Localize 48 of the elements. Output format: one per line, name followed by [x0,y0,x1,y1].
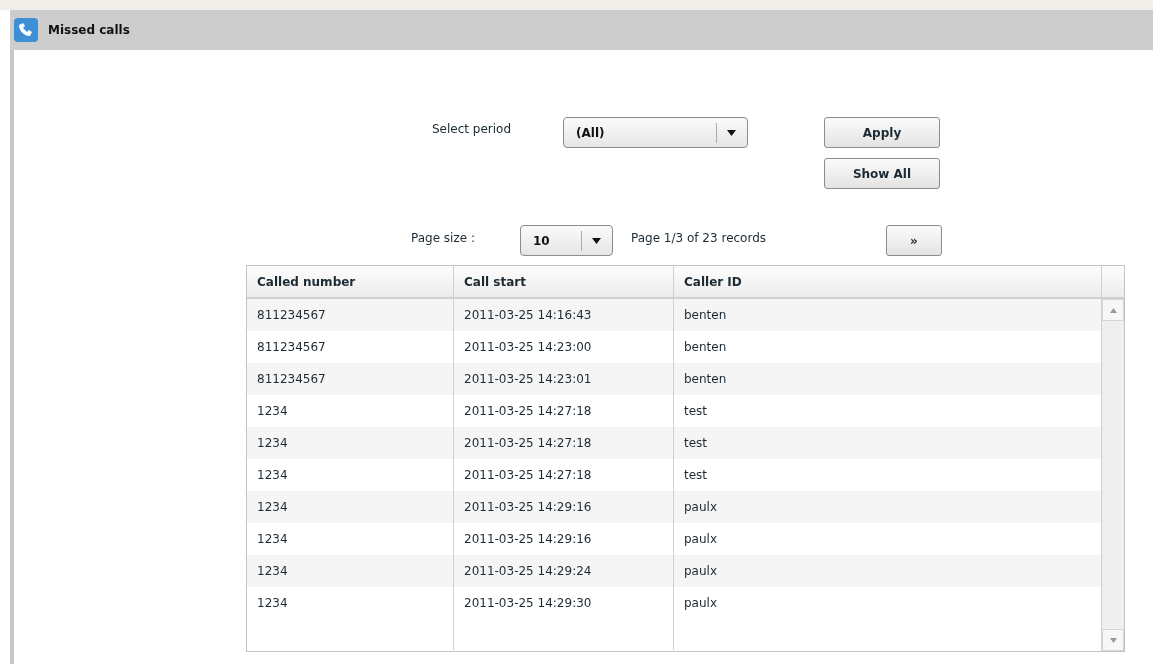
scroll-bar[interactable] [1102,299,1124,651]
table-cell: 1234 [257,468,288,482]
table-cell: 2011-03-25 14:23:01 [464,372,592,386]
table-cell: 2011-03-25 14:29:30 [464,596,592,610]
column-header[interactable]: Called number [247,266,454,297]
table-cell: benten [684,372,727,386]
page-size-label: Page size : [411,230,476,245]
table-cell: 811234567 [257,340,326,354]
phone-icon [14,18,38,42]
scroll-up-icon[interactable] [1109,307,1117,313]
table-cell: 2011-03-25 14:23:00 [464,340,592,354]
table-cell: 1234 [257,500,288,514]
column-header[interactable]: Caller ID [674,266,1101,297]
table-cell: benten [684,340,727,354]
table-cell: 2011-03-25 14:29:24 [464,564,592,578]
table-cell: paulx [684,596,717,610]
table-cell: test [684,404,708,418]
table-cell: 2011-03-25 14:16:43 [464,308,592,322]
period-label: Select period [432,121,513,136]
table-cell: 811234567 [257,308,326,322]
caret-icon [727,129,736,136]
table-cell: 2011-03-25 14:27:18 [464,468,592,482]
table-cell: 811234567 [257,372,326,386]
table-cell: benten [684,308,727,322]
table-cell: paulx [684,532,717,546]
table-cell: 2011-03-25 14:27:18 [464,404,592,418]
table-cell: 2011-03-25 14:27:18 [464,436,592,450]
caret-icon [592,237,601,244]
table-cell: 1234 [257,532,288,546]
table-cell: test [684,468,708,482]
apply-button[interactable]: Apply [824,117,940,148]
table-cell: 2011-03-25 14:29:16 [464,532,592,546]
table-cell: 1234 [257,564,288,578]
period-dropdown[interactable]: (All) [563,117,748,148]
column-header[interactable]: Call start [454,266,674,297]
scroll-down-icon[interactable] [1109,637,1117,643]
table-cell: paulx [684,564,717,578]
table-cell: 1234 [257,596,288,610]
table-cell: paulx [684,500,717,514]
table-cell: 2011-03-25 14:29:16 [464,500,592,514]
next-page-button[interactable]: » [886,225,942,256]
page-info: Page 1/3 of 23 records [631,230,768,245]
show-all-button[interactable]: Show All [824,158,940,189]
table-cell: 1234 [257,436,288,450]
page-size-dropdown[interactable]: 10 [520,225,613,256]
table-cell: test [684,436,708,450]
window-title: Missed calls [48,23,130,37]
table-cell: 1234 [257,404,288,418]
